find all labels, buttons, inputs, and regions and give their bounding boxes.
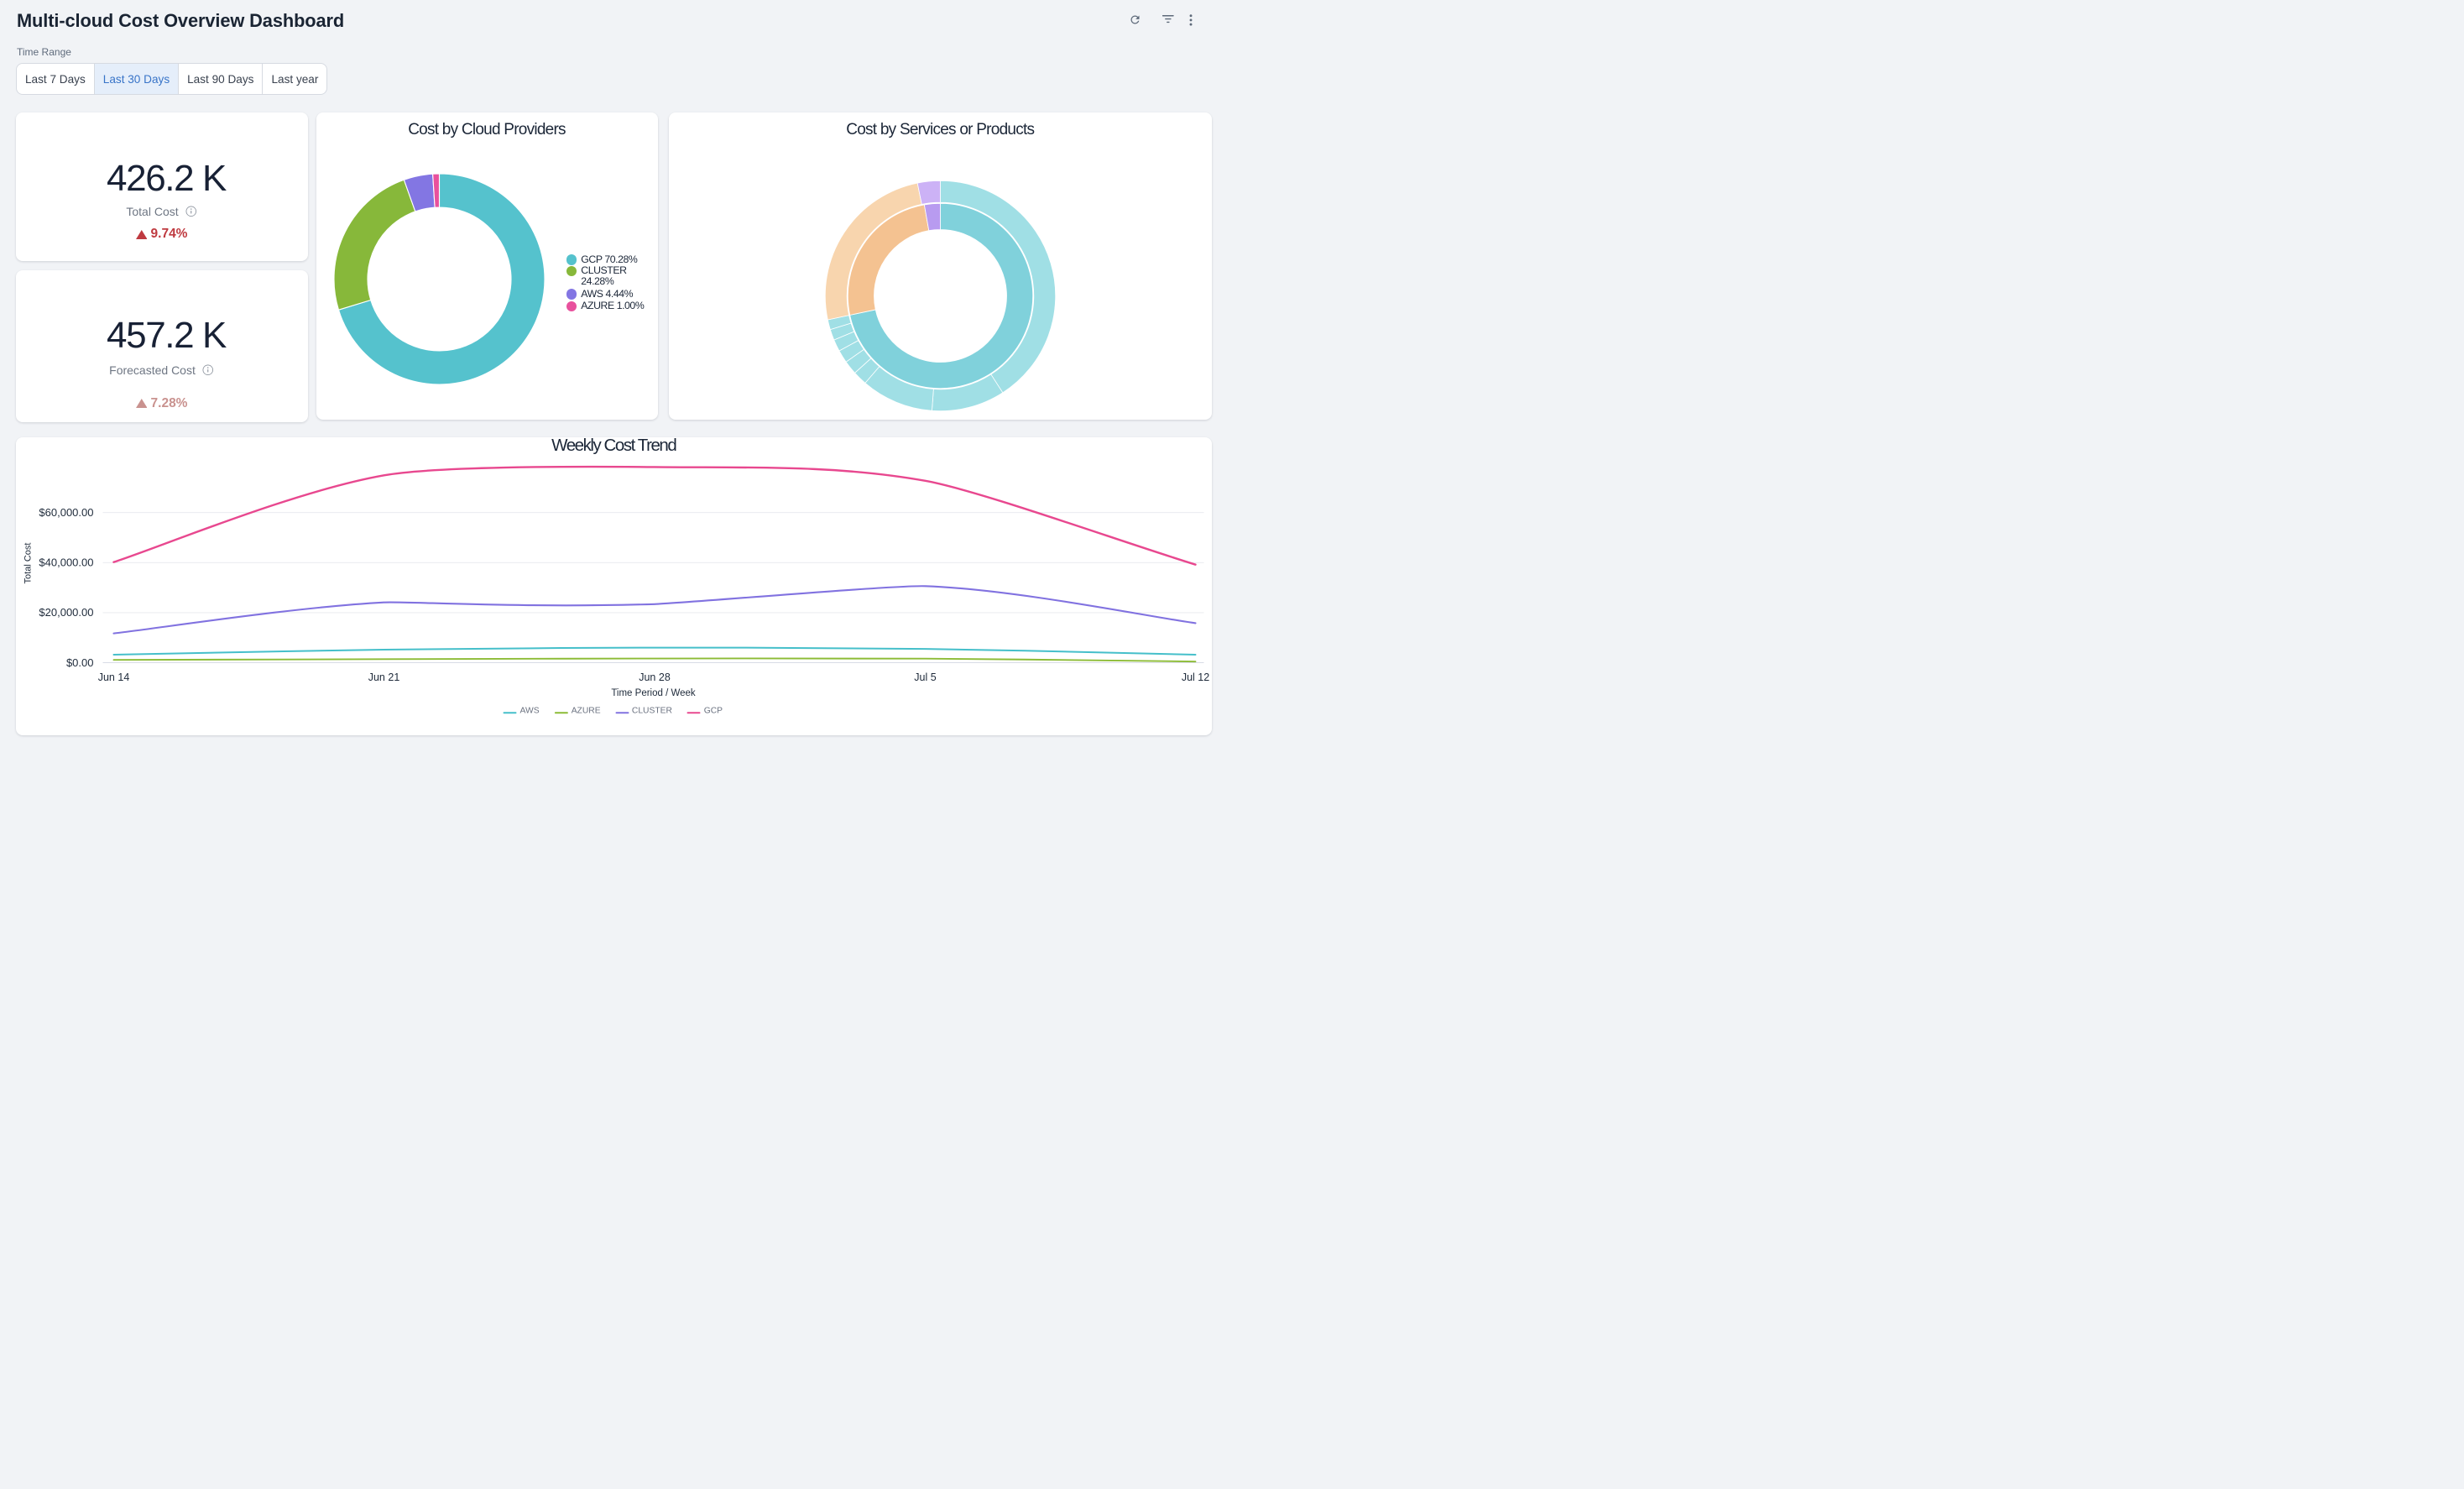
svg-text:$0.00: $0.00 [65,656,93,669]
svg-text:AZURE: AZURE [571,707,600,716]
svg-text:AWS: AWS [519,707,539,716]
svg-text:Jun 21: Jun 21 [368,671,399,683]
svg-text:GCP: GCP [703,707,722,716]
svg-text:$40,000.00: $40,000.00 [39,556,93,569]
svg-text:Jul 12: Jul 12 [1181,671,1209,683]
svg-text:$60,000.00: $60,000.00 [39,506,93,519]
svg-text:Total Cost: Total Cost [23,543,33,584]
svg-text:Jul 5: Jul 5 [914,671,936,683]
svg-text:Time Period / Week: Time Period / Week [611,688,696,698]
svg-text:Jun 14: Jun 14 [97,671,129,683]
svg-text:CLUSTER: CLUSTER [631,707,671,716]
svg-text:Jun 28: Jun 28 [639,671,671,683]
svg-text:$20,000.00: $20,000.00 [39,606,93,619]
